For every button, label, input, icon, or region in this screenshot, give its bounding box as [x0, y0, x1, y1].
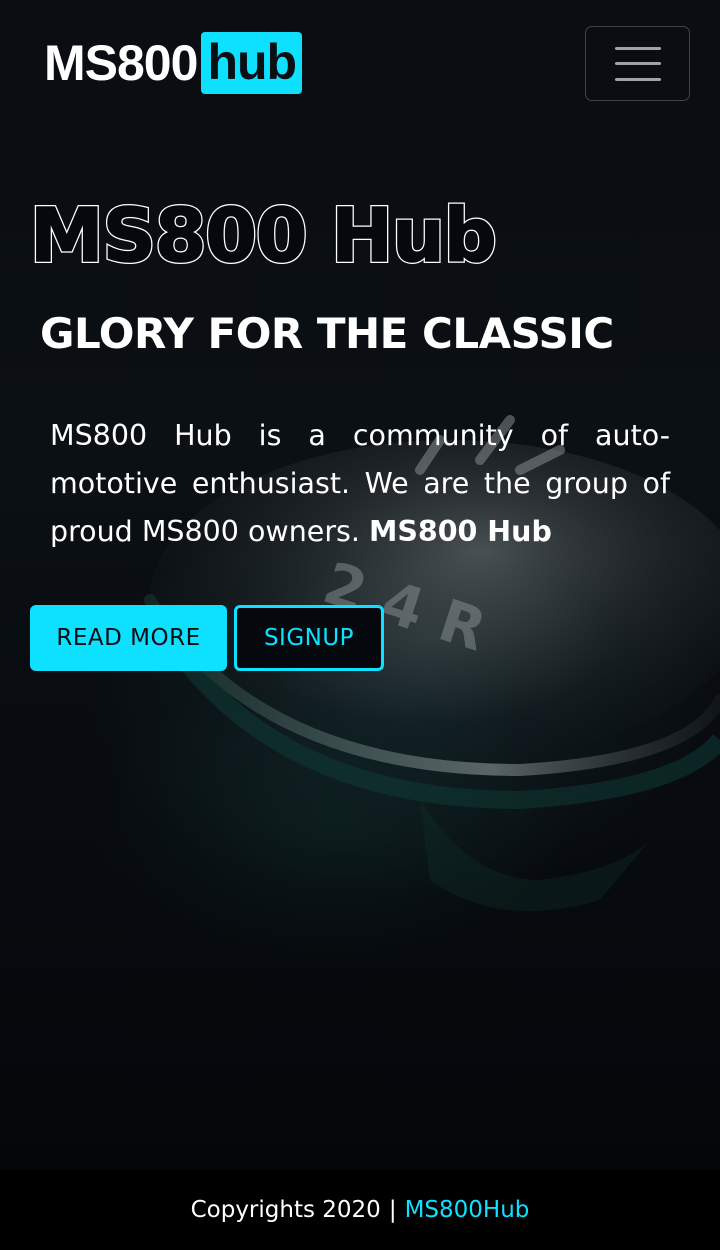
brand-logo-text: MS800	[44, 35, 198, 91]
hero-title-inline-stroke: MS800 Hub	[29, 193, 497, 279]
footer-copyright: Copyrights 2020	[190, 1197, 381, 1223]
hero-intro-paragraph: MS800 Hub is a community of auto-mototiv…	[50, 412, 670, 556]
footer-separator: |	[388, 1197, 397, 1223]
footer: Copyrights 2020 | MS800Hub	[0, 1170, 720, 1250]
signup-button[interactable]: SIGNUP	[234, 605, 384, 671]
read-more-button[interactable]: READ MORE	[30, 605, 227, 671]
hero-title: MS800 Hub MS800 Hub	[28, 192, 499, 280]
brand-logo-tag: hub	[201, 32, 303, 94]
gear-shift-knob-image: 2 4 R	[144, 415, 720, 912]
footer-brand-link[interactable]: MS800Hub	[405, 1197, 530, 1223]
menu-toggle-button[interactable]	[585, 26, 690, 101]
hamburger-menu-icon	[614, 46, 661, 81]
hero-subtitle: GLORY FOR THE CLASSIC	[40, 309, 614, 358]
brand-logo[interactable]: MS800 hub	[44, 32, 303, 94]
hero-intro-text: MS800 Hub is a community of auto-mototiv…	[50, 419, 670, 548]
hero-intro-bold: MS800 Hub	[369, 515, 552, 548]
knob-reflection	[420, 800, 650, 912]
page: 2 4 R MS800 hub MS800 Hub MS800 Hub GLOR…	[0, 0, 720, 1250]
